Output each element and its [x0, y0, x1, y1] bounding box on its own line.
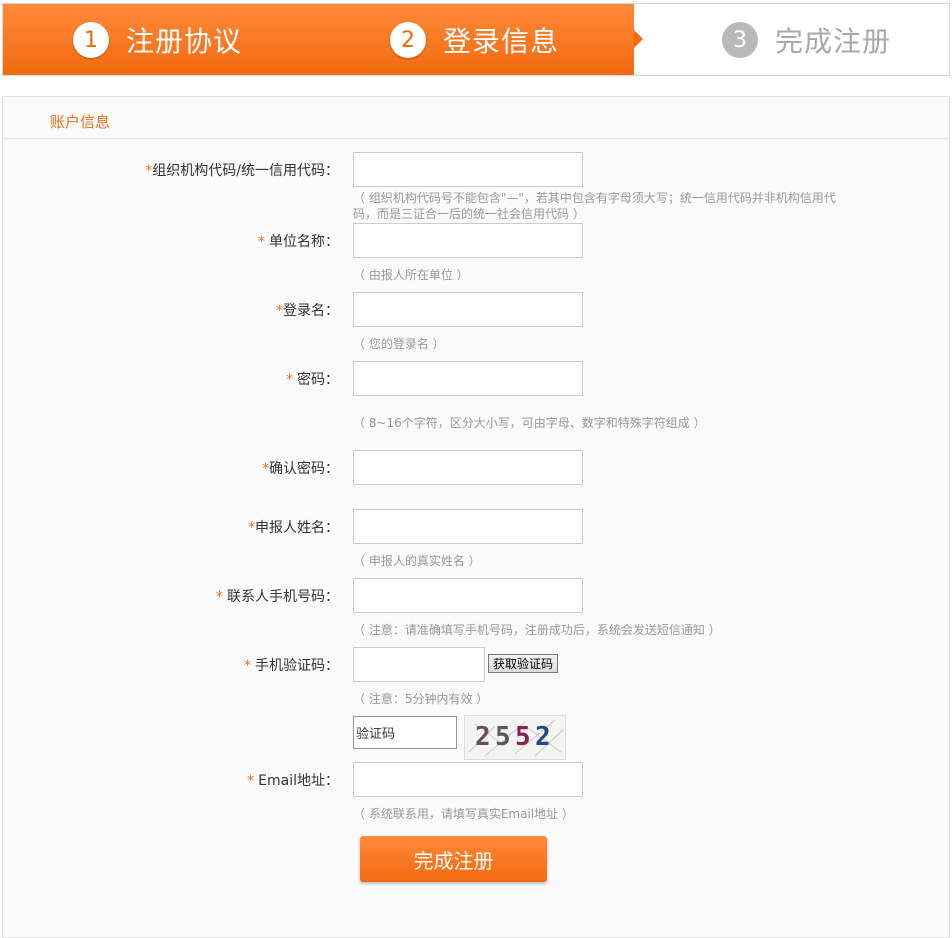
required-mark: * [244, 658, 251, 674]
unit-name-input[interactable] [353, 223, 583, 258]
captcha-image[interactable]: 2 5 5 2 [464, 715, 566, 760]
step-number: 2 [390, 22, 426, 58]
get-sms-code-button[interactable]: 获取验证码 [488, 654, 558, 673]
confirm-password-input[interactable] [353, 450, 583, 485]
step-label: 注册协议 [126, 25, 243, 58]
captcha-input[interactable]: 验证码 [353, 716, 457, 749]
email-hint: （ 系统联系用，请填写真实Email地址 ） [353, 807, 574, 821]
applicant-name-input[interactable] [353, 509, 583, 544]
confirm-password-label: *确认密码： [262, 461, 339, 477]
contact-phone-hint: （ 注意：请准确填写手机号码，注册成功后，系统会发送短信通知 ） [353, 623, 721, 637]
sms-code-hint: （ 注意：5分钟内有效 ） [353, 692, 489, 706]
captcha-char: 2 [475, 722, 491, 752]
org-code-hint: （ 组织机构代码号不能包含"—"，若其中包含有字母须大写；统一信用代码并非机构信… [353, 191, 836, 221]
sms-code-input[interactable] [353, 647, 485, 682]
email-label: * Email地址： [247, 773, 339, 789]
step-number: 1 [73, 22, 109, 58]
org-code-input[interactable] [353, 152, 583, 187]
section-title: 账户信息 [50, 113, 111, 131]
sms-code-label: * 手机验证码： [244, 658, 339, 674]
contact-phone-label: * 联系人手机号码： [216, 589, 339, 605]
steps-arrow [634, 30, 643, 48]
required-mark: * [247, 773, 255, 789]
required-mark: * [216, 589, 223, 605]
account-info-panel: 账户信息 *组织机构代码/统一信用代码： （ 组织机构代码号不能包含"—"，若其… [2, 96, 950, 938]
login-name-input[interactable] [353, 292, 583, 327]
registration-steps: 1 注册协议 2 登录信息 3 完成注册 [2, 3, 950, 76]
step-agreement: 1 注册协议 [73, 21, 242, 59]
complete-registration-button[interactable]: 完成注册 [360, 836, 547, 882]
panel-header: 账户信息 [3, 97, 949, 139]
contact-phone-input[interactable] [353, 578, 583, 613]
required-mark: * [262, 461, 269, 477]
password-input[interactable] [353, 361, 583, 396]
required-mark: * [248, 520, 255, 536]
step-login-info: 2 登录信息 [390, 21, 559, 59]
step-complete: 3 完成注册 [722, 21, 891, 59]
unit-name-label: * 单位名称： [258, 234, 339, 250]
captcha-char: 5 [495, 722, 511, 752]
required-mark: * [258, 234, 265, 250]
captcha-char: 5 [515, 722, 531, 752]
applicant-name-hint: （ 申报人的真实姓名 ） [353, 554, 481, 568]
login-name-hint: （ 您的登录名 ） [353, 337, 445, 351]
step-label: 登录信息 [443, 25, 560, 58]
required-mark: * [286, 372, 293, 388]
login-name-label: *登录名： [276, 303, 339, 319]
captcha-char: 2 [535, 722, 551, 752]
email-input[interactable] [353, 762, 583, 797]
org-code-label: *组织机构代码/统一信用代码： [145, 163, 339, 179]
password-label: * 密码： [286, 372, 339, 388]
unit-name-hint: （ 由报人所在单位 ） [353, 268, 469, 282]
password-hint: （ 8~16个字符，区分大小写，可由字母、数字和特殊字符组成 ） [353, 416, 706, 430]
step-label: 完成注册 [775, 25, 892, 58]
applicant-name-label: *申报人姓名： [248, 520, 339, 536]
step-number: 3 [722, 22, 758, 58]
required-mark: * [276, 303, 283, 319]
